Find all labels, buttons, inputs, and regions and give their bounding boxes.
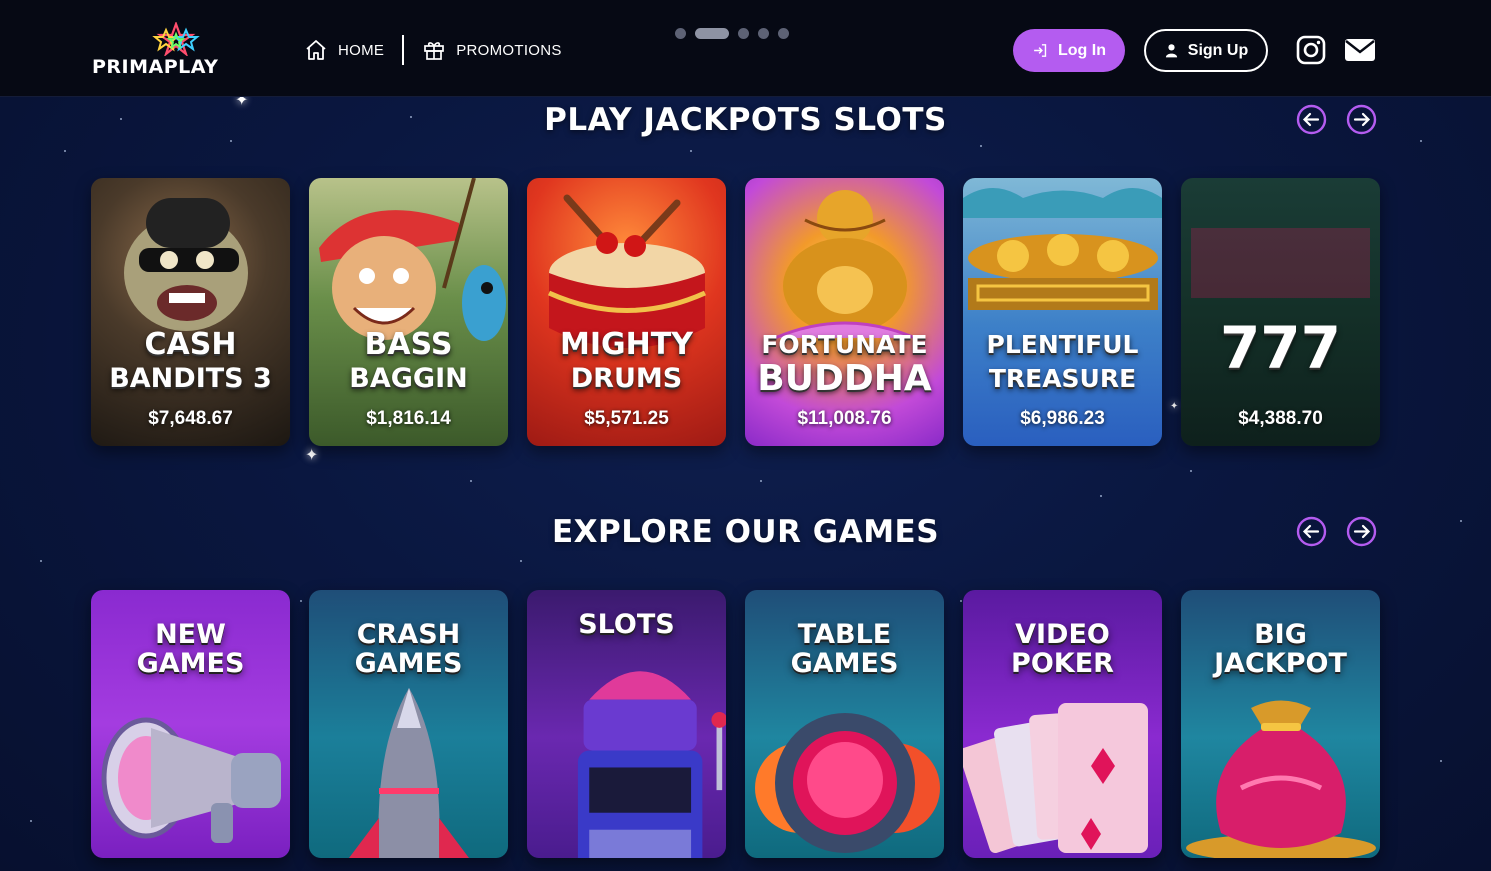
signup-button[interactable]: Sign Up [1144,29,1268,72]
game-categories-row: NEW GAMES CRASH GAMES SLOTS TABLE GAMES … [91,590,1380,858]
brand-name: PRIMAPLAY [92,56,219,78]
category-card-crash-games[interactable]: CRASH GAMES [309,590,508,858]
carousel-dots [675,28,789,39]
game-title-line1: CASH [144,327,237,362]
category-card-video-poker[interactable]: VIDEO POKER [963,590,1162,858]
prev-arrow-icon[interactable] [1296,104,1327,135]
primaplay-logo[interactable]: PRIMAPLAY [92,22,232,82]
game-title: 777 [1181,318,1380,378]
explore-section-title: EXPLORE OUR GAMES [551,514,940,550]
game-card-bass-baggin[interactable]: BASS BAGGIN $1,816.14 [309,178,508,446]
user-icon [1165,44,1177,58]
rocket-icon [349,688,469,858]
cash-bandits-art [91,178,290,446]
category-card-slots[interactable]: SLOTS [527,590,726,858]
carousel-dot-active[interactable] [695,28,729,39]
nav-home-label: HOME [338,41,385,59]
login-icon [1034,44,1047,57]
category-card-big-jackpot[interactable]: BIG JACKPOT [1181,590,1380,858]
game-card-cash-bandits-3[interactable]: CASH BANDITS 3 $7,648.67 [91,178,290,446]
game-title-line2: BANDITS 3 [109,363,272,394]
login-button[interactable]: Log In [1013,29,1125,72]
jackpot-amount: $5,571.25 [584,408,669,429]
gift-icon [424,42,445,60]
game-title-line1: 777 [1219,314,1342,382]
game-card-fortunate-buddha[interactable]: FORTUNATE BUDDHA $11,008.76 [745,178,944,446]
instagram-icon[interactable] [1296,35,1326,65]
nav-divider [402,35,405,65]
bass-baggin-art [309,178,508,446]
category-card-table-games[interactable]: TABLE GAMES [745,590,944,858]
game-title: BASS BAGGIN [309,328,508,396]
carousel-dot[interactable] [758,28,769,39]
game-title: MIGHTY DRUMS [527,328,726,396]
explore-carousel-arrows [1296,516,1377,547]
game-card-777[interactable]: 777 $4,388.70 [1181,178,1380,446]
game-title-line1: PLENTIFUL [986,330,1139,359]
game-title-line1: FORTUNATE [761,330,928,359]
game-title-line2: TREASURE [988,364,1137,393]
game-card-mighty-drums[interactable]: MIGHTY DRUMS $5,571.25 [527,178,726,446]
jackpot-amount: $7,648.67 [148,408,233,429]
777-art [1181,178,1380,446]
game-title-line2: BAGGIN [349,363,468,394]
mail-icon[interactable] [1344,35,1376,65]
prev-arrow-icon[interactable] [1296,516,1327,547]
plentiful-treasure-art [963,178,1162,446]
mighty-drums-art [527,178,726,446]
game-title-line2: BUDDHA [757,358,932,399]
casino-chip-icon [755,713,940,853]
nav-promotions-label: PROMOTIONS [456,41,562,59]
main-nav: HOME PROMOTIONS [304,33,562,67]
jackpot-amount: $4,388.70 [1238,408,1323,429]
next-arrow-icon[interactable] [1346,104,1377,135]
nav-home[interactable]: HOME [304,38,384,62]
jackpot-amount: $11,008.76 [797,408,892,429]
jackpot-amount: $1,816.14 [366,408,451,429]
carousel-dot[interactable] [738,28,749,39]
jackpot-games-row: CASH BANDITS 3 $7,648.67 BASS BAGGIN $1,… [91,178,1380,446]
jackpots-section-title: PLAY JACKPOTS SLOTS [544,102,947,138]
jackpots-carousel-arrows [1296,104,1377,135]
game-title: PLENTIFUL TREASURE [963,328,1162,396]
playing-cards-icon [963,703,1148,854]
signup-label: Sign Up [1187,41,1249,59]
game-title-line2: DRUMS [570,363,683,394]
category-card-new-games[interactable]: NEW GAMES [91,590,290,858]
category-title: SLOTS [578,609,675,640]
game-title-line1: MIGHTY [560,327,693,362]
fortunate-buddha-art [745,178,944,446]
carousel-dot[interactable] [778,28,789,39]
game-card-plentiful-treasure[interactable]: PLENTIFUL TREASURE $6,986.23 [963,178,1162,446]
logo-star-icon [152,22,200,56]
site-header: PRIMAPLAY HOME PROMOTIONS Log In Sign Up [0,0,1491,97]
carousel-dot[interactable] [675,28,686,39]
login-label: Log In [1058,41,1106,59]
money-bag-icon [1186,700,1376,858]
home-icon [306,40,326,60]
jackpot-amount: $6,986.23 [1020,408,1105,429]
next-arrow-icon[interactable] [1346,516,1377,547]
game-title: CASH BANDITS 3 [91,328,290,396]
slot-machine-icon [577,671,726,858]
megaphone-icon [101,717,281,843]
game-title-line1: BASS [364,327,453,362]
game-title: FORTUNATE BUDDHA [745,328,944,399]
nav-promotions[interactable]: PROMOTIONS [422,38,562,62]
